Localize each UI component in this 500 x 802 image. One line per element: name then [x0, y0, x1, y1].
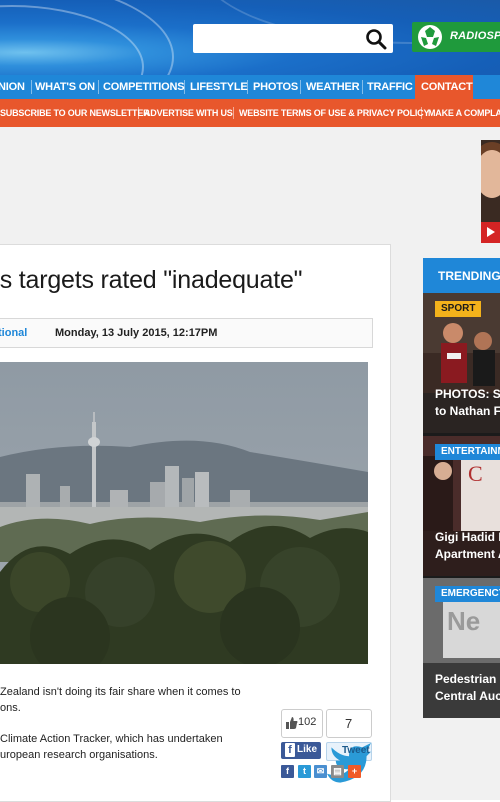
trending-card[interactable]: Ne EMERGENCY Pedestrian k Central Auck [423, 578, 500, 718]
nav-divider [247, 80, 248, 94]
article-paragraph-line: ons. [0, 702, 21, 714]
article-date: Monday, 13 July 2015, 12:17PM [55, 327, 218, 339]
article-photo [0, 362, 368, 664]
nav-divider [300, 80, 301, 94]
article-category-link[interactable]: tional [0, 327, 27, 339]
nav-item-traffic[interactable]: TRAFFIC [367, 75, 413, 99]
card-category-tag: SPORT [435, 301, 482, 317]
trending-card[interactable]: SPORT PHOTOS: So to Nathan Fr [423, 293, 500, 433]
subnav-divider [421, 107, 422, 119]
article-paragraph-line: Climate Action Tracker, which has undert… [0, 733, 223, 745]
nav-item-competitions[interactable]: COMPETITIONS [103, 75, 185, 99]
likes-count: 102 [298, 716, 317, 728]
trending-card[interactable]: C ENTERTAINM Gigi Hadid L Apartment A [423, 436, 500, 576]
play-icon[interactable] [481, 222, 500, 243]
search-input[interactable] [199, 28, 363, 51]
nav-item-lifestyle[interactable]: LIFESTYLE [190, 75, 248, 99]
svg-text:C: C [468, 461, 483, 486]
subnav-item-complaint[interactable]: MAKE A COMPLAINT [428, 99, 500, 127]
nav-item-contact[interactable]: CONTACT [415, 75, 473, 99]
nav-divider [31, 80, 32, 94]
subnav-divider [138, 107, 139, 119]
subnav-item-newsletter[interactable]: SUBSCRIBE TO OUR NEWSLETTER [0, 99, 150, 127]
article-headline: ns targets rated "inadequate" [0, 266, 303, 294]
tweet-counter: 7 [326, 709, 372, 738]
article-paragraph-line: Zealand isn't doing its fair share when … [0, 686, 241, 698]
facebook-icon: f [285, 743, 295, 757]
print-icon[interactable]: ▤ [331, 765, 344, 778]
like-label: Like [297, 744, 318, 755]
card-title-line: to Nathan Fr [435, 404, 500, 418]
nav-item-photos[interactable]: PHOTOS [253, 75, 298, 99]
card-title-line: PHOTOS: So [435, 387, 500, 401]
facebook-icon[interactable]: f [281, 765, 294, 778]
card-title-line: Pedestrian k [435, 672, 500, 686]
card-category-tag: ENTERTAINM [435, 444, 500, 460]
tweet-label: Tweet [342, 745, 370, 756]
trending-title: TRENDING S [438, 269, 500, 283]
tweet-count: 7 [345, 716, 353, 731]
email-icon[interactable]: ✉ [314, 765, 327, 778]
subnav-divider [233, 107, 234, 119]
nav-item-opinion[interactable]: NION [0, 75, 25, 99]
tweet-button[interactable]: Tweet [326, 742, 372, 783]
main-nav: NION WHAT'S ON COMPETITIONS LIFESTYLE PH… [0, 75, 500, 99]
card-title-line: Apartment A [435, 547, 500, 561]
advert-face [481, 150, 500, 198]
sub-nav: SUBSCRIBE TO OUR NEWSLETTER ADVERTISE WI… [0, 99, 500, 127]
subnav-item-advertise[interactable]: ADVERTISE WITH US [144, 99, 233, 127]
twitter-icon[interactable]: t [298, 765, 311, 778]
radiosport-logo[interactable]: RADIOSPORT [412, 22, 500, 52]
svg-text:Ne: Ne [447, 606, 480, 636]
facebook-like-button[interactable]: f Like [281, 742, 321, 759]
subnav-item-terms[interactable]: WEBSITE TERMS OF USE & PRIVACY POLICY [239, 99, 429, 127]
trending-sidebar: TRENDING S SPORT PHOTOS: So to Nathan Fr… [423, 258, 500, 718]
nav-divider [362, 80, 363, 94]
article-paragraph-line: uropean research organisations. [0, 749, 158, 761]
card-title-line: Gigi Hadid L [435, 530, 500, 544]
plus-icon[interactable]: + [348, 765, 361, 778]
card-category-tag: EMERGENCY [435, 586, 500, 602]
nav-item-weather[interactable]: WEATHER [306, 75, 360, 99]
search-icon[interactable] [365, 28, 387, 50]
card-title-line: Central Auck [435, 689, 500, 703]
logo-text: RADIOSPORT [450, 30, 500, 42]
nav-item-whats-on[interactable]: WHAT'S ON [35, 75, 95, 99]
trending-header: TRENDING S [423, 258, 500, 293]
likes-counter[interactable]: 102 [281, 709, 323, 738]
thumbs-up-icon [286, 717, 298, 729]
nav-divider [184, 80, 185, 94]
logo-ball-icon [418, 25, 442, 49]
search-box[interactable] [193, 24, 393, 53]
nav-divider [98, 80, 99, 94]
